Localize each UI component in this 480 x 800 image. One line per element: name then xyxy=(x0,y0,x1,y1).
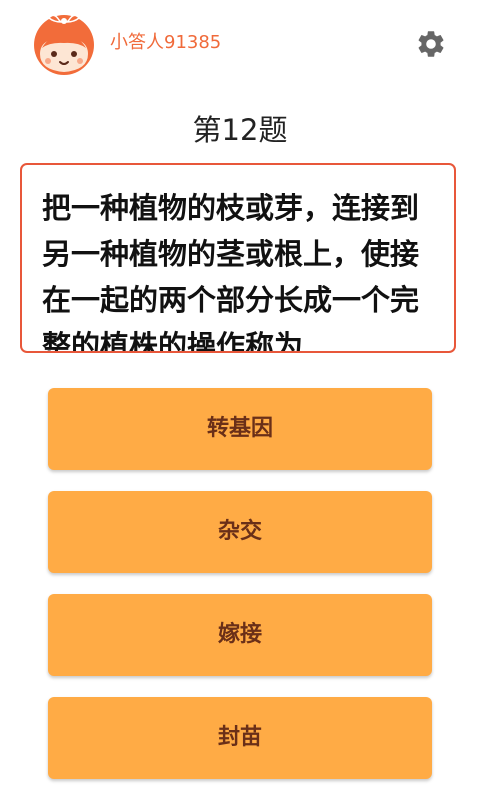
question-text: 把一种植物的枝或芽，连接到另一种植物的茎或根上，使接在一起的两个部分长成一个完整… xyxy=(42,191,420,353)
option-button-2[interactable]: 杂交 xyxy=(48,491,432,573)
quiz-screen: 小答人91385 第12题 把一种植物的枝或芽，连接到另一种植物的茎或根上，使接… xyxy=(0,0,480,800)
option-button-4[interactable]: 封苗 xyxy=(48,697,432,779)
mascot-avatar-icon[interactable] xyxy=(32,12,96,76)
question-box[interactable]: 把一种植物的枝或芽，连接到另一种植物的茎或根上，使接在一起的两个部分长成一个完整… xyxy=(20,163,456,353)
username-label: 小答人91385 xyxy=(110,32,222,53)
option-button-1[interactable]: 转基因 xyxy=(48,388,432,470)
header: 小答人91385 xyxy=(0,0,480,90)
gear-icon[interactable] xyxy=(415,28,447,60)
option-button-3[interactable]: 嫁接 xyxy=(48,594,432,676)
question-number: 第12题 xyxy=(192,113,288,147)
